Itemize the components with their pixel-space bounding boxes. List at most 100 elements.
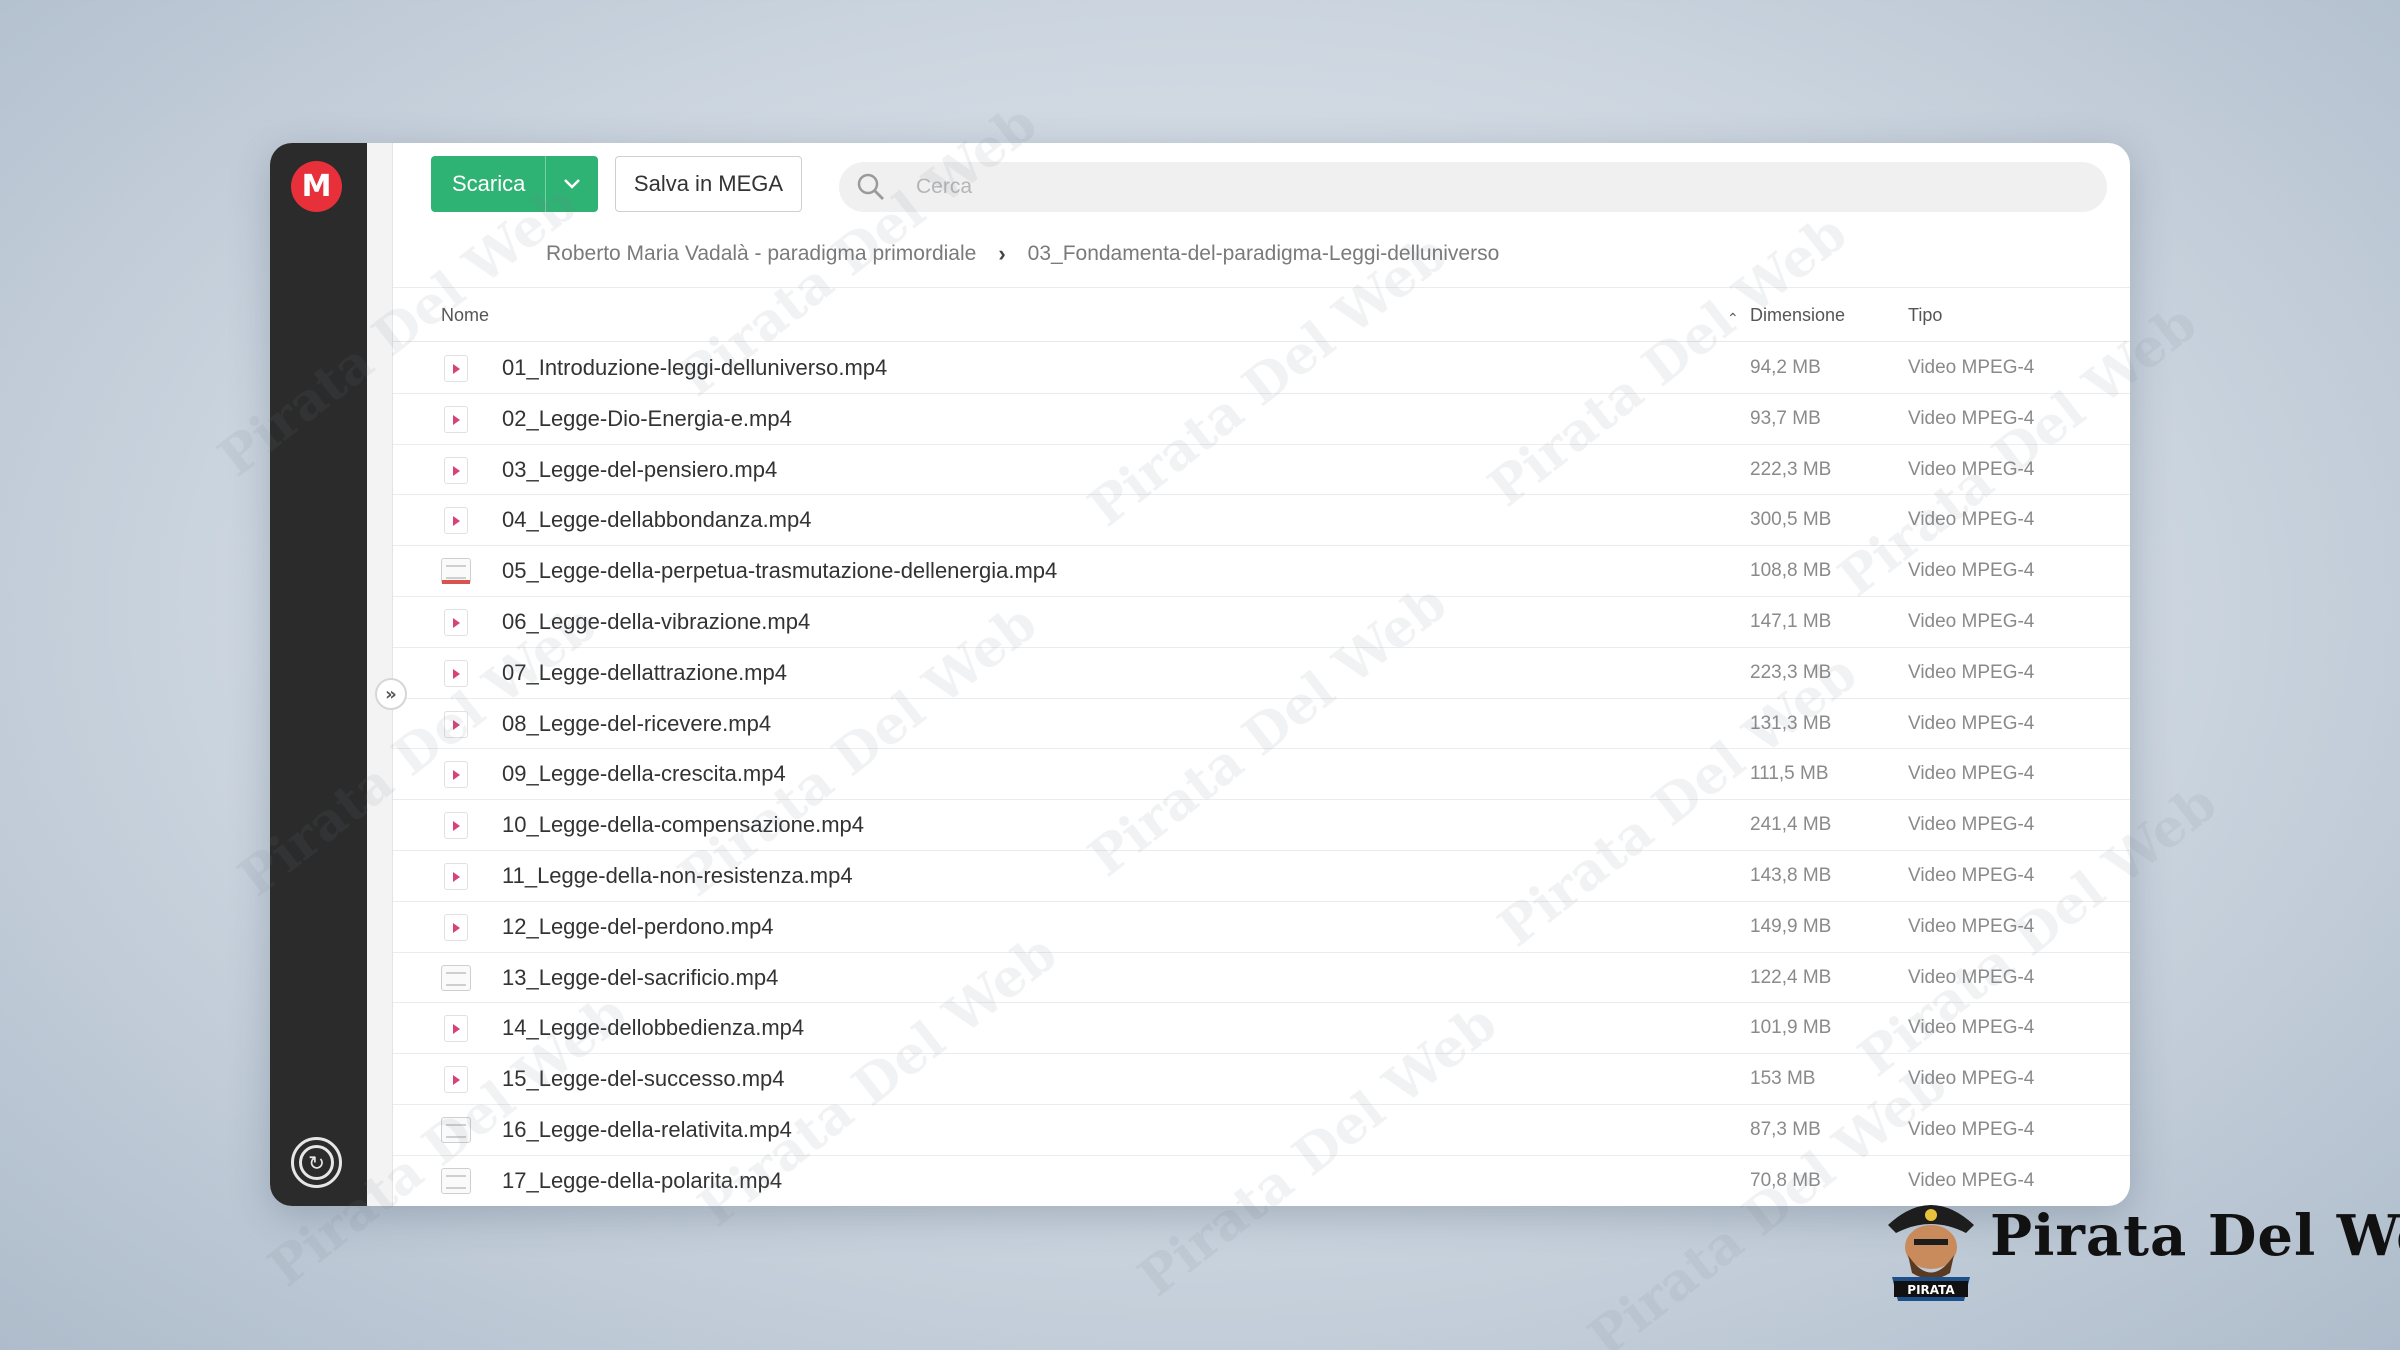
file-type: Video MPEG-4 <box>1908 712 2035 734</box>
table-row[interactable]: 02_Legge-Dio-Energia-e.mp4 93,7 MB Video M… <box>393 394 2130 445</box>
table-row[interactable]: 16_Legge-della-relativita.mp4 87,3 MB Vide… <box>393 1105 2130 1156</box>
file-size: 223,3 MB <box>1750 661 1832 683</box>
download-button[interactable]: Scarica <box>431 156 598 212</box>
file-size: 143,8 MB <box>1750 864 1832 886</box>
file-name: 08_Legge-del-ricevere.mp4 <box>502 710 772 736</box>
file-name: 09_Legge-della-crescita.mp4 <box>502 761 786 787</box>
table-row[interactable]: 01_Introduzione-leggi-delluniverso.mp4 94… <box>393 343 2130 394</box>
table-row[interactable]: 10_Legge-della-compensazione.mp4 241,4 MB… <box>393 800 2130 851</box>
pirata-del-web-brand: PIRATA Pirata Del Web <box>1878 1185 2400 1305</box>
mega-logo-icon[interactable]: M <box>291 161 342 212</box>
expand-sidebar-icon[interactable]: » <box>375 678 407 710</box>
file-type: Video MPEG-4 <box>1908 864 2035 886</box>
table-row[interactable]: 17_Legge-della-polarita.mp4 70,8 MB Video … <box>393 1156 2130 1206</box>
thumbnail-icon <box>441 964 471 991</box>
table-row[interactable]: 07_Legge-dellattrazione.mp4 223,3 MB Video… <box>393 648 2130 699</box>
column-size-header[interactable]: Dimensione <box>1750 288 1845 342</box>
video-file-icon <box>444 710 468 738</box>
file-name: 01_Introduzione-leggi-delluniverso.mp4 <box>502 355 888 380</box>
file-name: 02_Legge-Dio-Energia-e.mp4 <box>502 405 792 431</box>
file-size: 241,4 MB <box>1750 814 1832 836</box>
file-type: Video MPEG-4 <box>1908 1068 2035 1090</box>
file-size: 108,8 MB <box>1750 560 1832 582</box>
table-header: Nome ⌃ Dimensione Tipo <box>393 288 2130 342</box>
table-row[interactable]: 08_Legge-del-ricevere.mp4 131,3 MB Video M… <box>393 699 2130 750</box>
left-sidebar: M ↻ <box>270 143 367 1206</box>
table-row[interactable]: 13_Legge-del-sacrificio.mp4 122,4 MB Video… <box>393 953 2130 1004</box>
sort-ascending-icon[interactable]: ⌃ <box>1727 310 1739 327</box>
brand-name: Pirata Del Web <box>1990 1203 2400 1269</box>
table-row[interactable]: 14_Legge-dellobbedienza.mp4 101,9 MB Video… <box>393 1003 2130 1055</box>
video-file-icon <box>444 659 468 687</box>
chevron-right-icon: › <box>998 241 1006 266</box>
search-bar[interactable] <box>839 162 2107 212</box>
file-size: 153 MB <box>1750 1068 1816 1090</box>
file-type: Video MPEG-4 <box>1908 560 2035 582</box>
table-row[interactable]: 05_Legge-della-perpetua-trasmutazione-de… <box>393 546 2130 597</box>
file-type: Video MPEG-4 <box>1908 814 2035 836</box>
file-size: 147,1 MB <box>1750 610 1832 632</box>
table-row[interactable]: 03_Legge-del-pensiero.mp4 222,3 MB Video M… <box>393 445 2130 496</box>
file-size: 94,2 MB <box>1750 357 1821 378</box>
table-row[interactable]: 06_Legge-della-vibrazione.mp4 147,1 MB Vid… <box>393 597 2130 648</box>
thumbnail-icon <box>441 1167 471 1194</box>
brand-badge-text: PIRATA <box>1907 1283 1955 1297</box>
video-file-icon <box>444 862 468 890</box>
file-name: 03_Legge-del-pensiero.mp4 <box>502 456 778 482</box>
search-icon <box>856 172 886 202</box>
file-name: 14_Legge-dellobbedienza.mp4 <box>502 1015 805 1041</box>
save-to-mega-button[interactable]: Salva in MEGA <box>615 156 802 212</box>
mega-folder-window: M ↻ » Scarica Salva in MEGA Roberto Mari… <box>270 143 2130 1206</box>
table-row[interactable]: 12_Legge-del-perdono.mp4 149,9 MB Video MP… <box>393 902 2130 953</box>
file-name: 05_Legge-della-perpetua-trasmutazione-de… <box>502 558 1058 584</box>
file-name: 12_Legge-del-perdono.mp4 <box>502 913 774 939</box>
download-button-label: Scarica <box>452 171 526 196</box>
file-name: 10_Legge-della-compensazione.mp4 <box>502 812 865 838</box>
file-size: 222,3 MB <box>1750 458 1832 480</box>
table-row[interactable]: 04_Legge-dellabbondanza.mp4 300,5 MB Video… <box>393 495 2130 547</box>
file-name: 15_Legge-del-successo.mp4 <box>502 1066 785 1092</box>
file-name: 16_Legge-della-relativita.mp4 <box>502 1116 792 1142</box>
file-size: 149,9 MB <box>1750 915 1832 937</box>
file-name: 13_Legge-del-sacrificio.mp4 <box>502 964 779 990</box>
file-type: Video MPEG-4 <box>1908 966 2035 988</box>
video-file-icon <box>444 405 468 433</box>
file-name: 17_Legge-della-polarita.mp4 <box>502 1167 783 1193</box>
file-name: 06_Legge-della-vibrazione.mp4 <box>502 608 811 634</box>
breadcrumb-parent[interactable]: Roberto Maria Vadalà - paradigma primord… <box>546 242 976 266</box>
file-list: 01_Introduzione-leggi-delluniverso.mp4 94… <box>393 343 2130 1206</box>
sidebar-collapse-strip <box>367 143 393 1206</box>
sync-icon[interactable]: ↻ <box>291 1137 342 1188</box>
file-size: 101,9 MB <box>1750 1017 1832 1039</box>
video-file-icon <box>444 355 468 382</box>
file-type: Video MPEG-4 <box>1908 1017 2035 1039</box>
table-row[interactable]: 09_Legge-della-crescita.mp4 111,5 MB Video… <box>393 749 2130 801</box>
thumbnail-icon <box>441 558 471 585</box>
file-name: 04_Legge-dellabbondanza.mp4 <box>502 507 812 533</box>
file-size: 300,5 MB <box>1750 509 1832 531</box>
column-name-header[interactable]: Nome <box>441 288 489 342</box>
video-file-icon <box>444 913 468 941</box>
file-type: Video MPEG-4 <box>1908 407 2035 429</box>
video-file-icon <box>444 507 468 535</box>
file-type: Video MPEG-4 <box>1908 763 2035 785</box>
file-type: Video MPEG-4 <box>1908 661 2035 683</box>
table-row[interactable]: 15_Legge-del-successo.mp4 153 MB Video MPE… <box>393 1054 2130 1105</box>
search-input[interactable] <box>916 175 2016 199</box>
file-type: Video MPEG-4 <box>1908 357 2035 378</box>
file-type: Video MPEG-4 <box>1908 610 2035 632</box>
file-size: 93,7 MB <box>1750 407 1821 429</box>
file-size: 87,3 MB <box>1750 1118 1821 1140</box>
column-type-header[interactable]: Tipo <box>1908 288 1942 342</box>
video-file-icon <box>444 608 468 636</box>
video-file-icon <box>444 1066 468 1094</box>
breadcrumb-current[interactable]: 03_Fondamenta-del-paradigma-Leggi-dellun… <box>1028 242 1500 266</box>
video-file-icon <box>444 812 468 840</box>
file-size: 122,4 MB <box>1750 966 1832 988</box>
file-size: 111,5 MB <box>1750 763 1829 785</box>
file-type: Video MPEG-4 <box>1908 458 2035 480</box>
main-panel: Scarica Salva in MEGA Roberto Maria Vada… <box>393 143 2130 1206</box>
video-file-icon <box>444 1015 468 1043</box>
chevron-down-icon[interactable] <box>545 156 598 212</box>
table-row[interactable]: 11_Legge-della-non-resistenza.mp4 143,8 M… <box>393 851 2130 902</box>
